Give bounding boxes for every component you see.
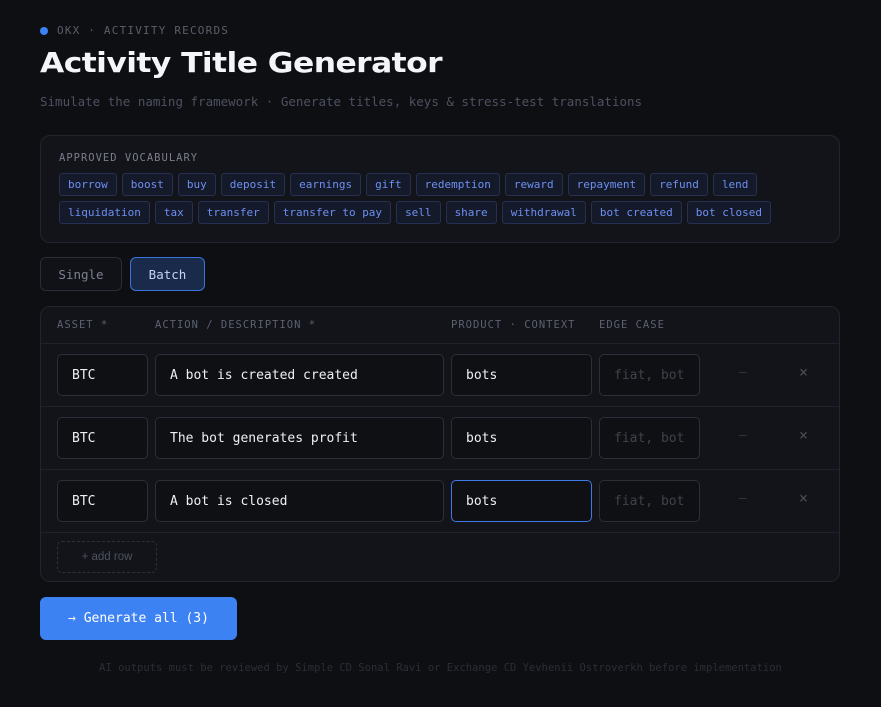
- mode-tabs: Single Batch: [40, 257, 205, 291]
- page-title: Activity Title Generator: [40, 46, 443, 79]
- vocab-chip: lend: [712, 173, 758, 196]
- dash-placeholder: –: [739, 491, 747, 506]
- remove-row-icon[interactable]: ×: [799, 426, 808, 444]
- batch-table: ASSET * ACTION / DESCRIPTION * PRODUCT ·…: [40, 306, 840, 582]
- vocab-chip: redemption: [415, 173, 500, 196]
- column-header-asset: ASSET *: [57, 319, 109, 331]
- action-input[interactable]: [155, 480, 444, 522]
- edge-case-input[interactable]: [599, 354, 700, 396]
- vocabulary-chips: borrow boost buy deposit earnings gift r…: [59, 173, 819, 224]
- vocab-chip: bot closed: [686, 201, 772, 224]
- remove-row-icon[interactable]: ×: [799, 363, 808, 381]
- vocab-chip: tax: [154, 201, 193, 224]
- vocabulary-title: APPROVED VOCABULARY: [59, 152, 199, 164]
- product-input[interactable]: [451, 417, 592, 459]
- tab-single[interactable]: Single: [40, 257, 122, 291]
- vocab-chip: refund: [650, 173, 708, 196]
- tab-batch[interactable]: Batch: [130, 257, 205, 291]
- vocab-chip: earnings: [290, 173, 362, 196]
- vocab-chip: sell: [396, 201, 441, 224]
- vocab-chip: deposit: [220, 173, 286, 196]
- product-input[interactable]: [451, 354, 592, 396]
- vocabulary-card: APPROVED VOCABULARY borrow boost buy dep…: [40, 135, 840, 243]
- table-row: – ×: [41, 407, 839, 470]
- vocab-chip: transfer to pay: [273, 201, 392, 224]
- table-row: – ×: [41, 470, 839, 533]
- brand-label: OKX · ACTIVITY RECORDS: [57, 24, 230, 37]
- product-input[interactable]: [451, 480, 592, 522]
- dash-placeholder: –: [739, 365, 747, 380]
- vocab-chip: liquidation: [59, 201, 150, 224]
- vocab-chip: withdrawal: [501, 201, 586, 224]
- add-row-button[interactable]: + add row: [57, 541, 157, 573]
- table-row: – ×: [41, 344, 839, 407]
- vocab-chip: gift: [366, 173, 411, 196]
- vocab-chip: share: [445, 201, 497, 224]
- brand-row: OKX · ACTIVITY RECORDS: [40, 24, 229, 37]
- vocab-chip: reward: [504, 173, 563, 196]
- edge-case-input[interactable]: [599, 417, 700, 459]
- column-header-edge-case: EDGE CASE: [599, 319, 665, 331]
- action-input[interactable]: [155, 417, 444, 459]
- vocab-chip: bot created: [590, 201, 682, 224]
- asset-input[interactable]: [57, 354, 148, 396]
- column-header-action: ACTION / DESCRIPTION *: [155, 319, 317, 331]
- dash-placeholder: –: [739, 428, 747, 443]
- review-disclaimer: AI outputs must be reviewed by Simple CD…: [99, 662, 782, 674]
- asset-input[interactable]: [57, 417, 148, 459]
- edge-case-input[interactable]: [599, 480, 700, 522]
- vocab-chip: boost: [121, 173, 173, 196]
- status-dot-icon: [40, 26, 48, 35]
- vocab-chip: repayment: [567, 173, 646, 196]
- page: OKX · ACTIVITY RECORDS Activity Title Ge…: [0, 0, 881, 707]
- vocab-chip: buy: [177, 173, 216, 196]
- page-subtitle: Simulate the naming framework · Generate…: [40, 94, 643, 109]
- action-input[interactable]: [155, 354, 444, 396]
- batch-table-header: ASSET * ACTION / DESCRIPTION * PRODUCT ·…: [41, 307, 839, 344]
- vocab-chip: borrow: [59, 173, 117, 196]
- vocab-chip: transfer: [197, 201, 269, 224]
- asset-input[interactable]: [57, 480, 148, 522]
- column-header-product: PRODUCT · CONTEXT: [451, 319, 576, 331]
- generate-all-button[interactable]: → Generate all (3): [40, 597, 237, 640]
- remove-row-icon[interactable]: ×: [799, 489, 808, 507]
